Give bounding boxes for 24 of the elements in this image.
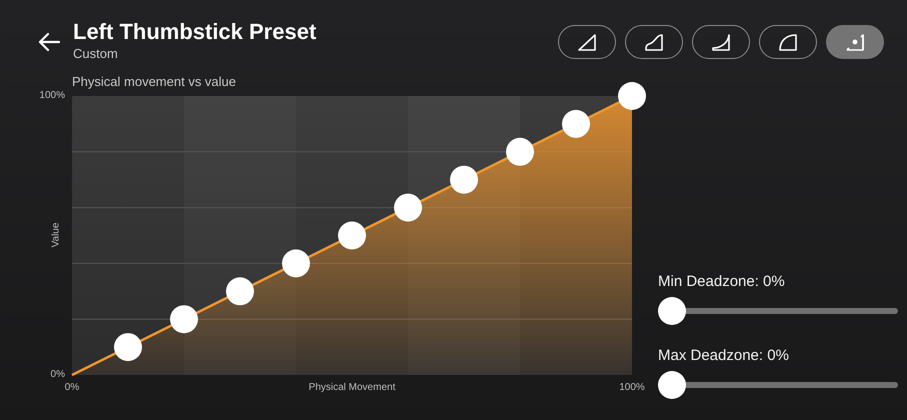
slider-thumb[interactable] [658,297,686,325]
preset-name: Custom [73,46,119,62]
curve-icon [776,31,800,53]
axis-tick-label: 0% [50,369,65,381]
slider-label: Max Deadzone: 0% [658,347,790,365]
curve-preset-button[interactable] [558,25,616,59]
axis-tick-label: 100% [619,382,645,394]
axis-tick-label: 0% [64,382,80,394]
curve-preset-button[interactable] [692,25,750,59]
curve-preset-button[interactable] [826,25,884,59]
curve-preset-button[interactable] [759,25,817,59]
chart-title: Physical movement vs value [72,74,238,91]
page-title: Left Thumbstick Preset [73,18,316,46]
slider-thumb[interactable] [658,371,686,399]
axis-title: Physical Movement [308,382,396,394]
curve-preset-button[interactable] [625,25,683,59]
axis-tick-label: 100% [39,90,65,102]
back-button[interactable] [37,31,61,53]
slider-label: Min Deadzone: 0% [658,273,786,291]
axis-title: Value [50,222,63,248]
slider[interactable] [658,371,898,399]
curve-icon [642,31,666,53]
back-arrow-icon [37,31,61,53]
slider[interactable] [658,297,898,325]
